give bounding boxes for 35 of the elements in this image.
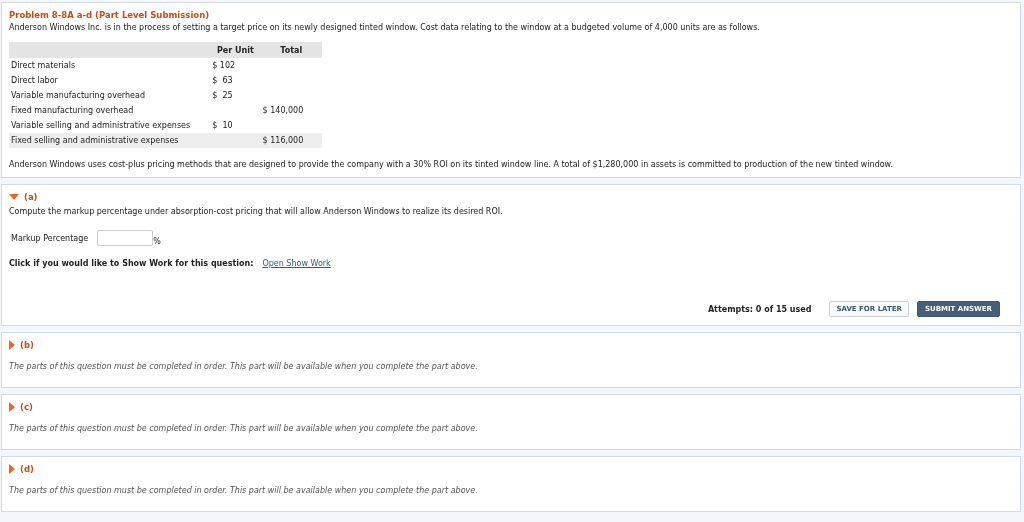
problem-intro: Anderson Windows Inc. is in the process of setting a target price on its newly designed tinted window. Cost data relating to the window at a budgeted volume of 4,000 units are as follows. <box>9 23 761 32</box>
table-cell: $ 116,000 <box>260 133 322 148</box>
question-text: Compute the markup percentage under absorption-cost pricing that will allow Anderson Windows to realize its desired ROI. <box>9 207 504 216</box>
table-cell-text: $ 140,000 <box>261 105 305 117</box>
part-label: (c) <box>20 402 33 412</box>
part-label: (d) <box>20 464 34 474</box>
table-cell-text: Variable manufacturing overhead <box>10 90 146 102</box>
table-cell: $ 10 <box>210 118 261 133</box>
part-label: (a) <box>24 192 38 202</box>
input-field[interactable] <box>97 230 154 246</box>
table-cell-text: $ 25 <box>211 90 234 102</box>
caret-right-icon[interactable] <box>9 340 15 350</box>
locked-message: The parts of this question must be completed in order. This part will be available when you complete the part above. <box>9 362 479 371</box>
show-work-link[interactable]: Open Show Work <box>262 259 331 268</box>
show-work-prompt: Click if you would like to Show Work for this question: <box>9 259 254 268</box>
column-header: Per Unit <box>210 42 261 58</box>
table-cell: $ 102 <box>210 58 261 73</box>
problem-title: Problem 8-8A a-d (Part Level Submission) <box>9 10 211 20</box>
problem-note: Anderson Windows uses cost-plus pricing methods that are designed to provide the company with a 30% ROI on its tinted window line. A total of $1,280,000 in assets is committed to production of the new tinted window. <box>9 160 894 169</box>
attempts-text: Attempts: 0 of 15 used <box>707 304 812 314</box>
unit-label: % <box>153 237 161 246</box>
table-cell: Direct materials <box>9 58 211 73</box>
locked-message: The parts of this question must be completed in order. This part will be available when you complete the part above. <box>9 424 479 433</box>
table-cell: Fixed selling and administrative expenses <box>9 133 211 148</box>
caret-right-icon[interactable] <box>9 464 15 474</box>
table-cell-text: Direct labor <box>10 75 59 87</box>
table-cell: Variable selling and administrative expenses <box>9 118 211 133</box>
locked-message: The parts of this question must be completed in order. This part will be available when you complete the part above. <box>9 486 479 495</box>
part-label: (b) <box>20 340 34 350</box>
table-cell-text: $ 63 <box>211 75 234 87</box>
caret-right-icon[interactable] <box>9 402 15 412</box>
table-cell-text: Fixed manufacturing overhead <box>10 105 135 117</box>
caret-down-icon[interactable] <box>9 194 19 200</box>
field-label: Markup Percentage <box>11 234 89 243</box>
column-header: Total <box>260 42 322 58</box>
